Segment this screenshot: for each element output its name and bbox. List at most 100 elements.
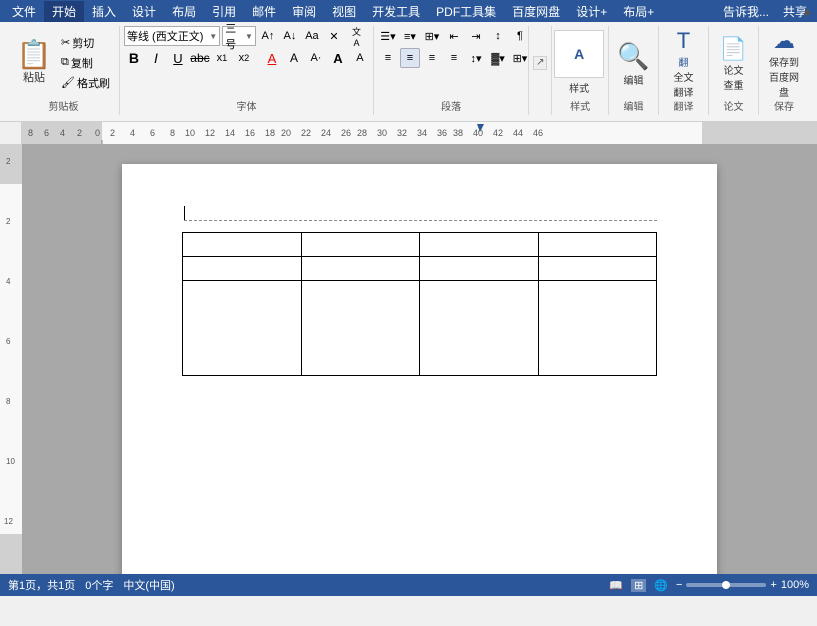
- table-guide-top: [184, 220, 657, 221]
- menu-pdf[interactable]: PDF工具集: [428, 1, 504, 22]
- format-brush-button[interactable]: 🖌 格式刷: [58, 74, 113, 92]
- bullet-list-button[interactable]: ☰▾: [378, 26, 398, 46]
- zoom-thumb[interactable]: [722, 581, 730, 589]
- menu-layout2[interactable]: 布局+: [615, 1, 662, 22]
- zoom-slider[interactable]: − + 100%: [676, 579, 809, 591]
- copy-label: 复制: [71, 55, 93, 71]
- pinyin-button[interactable]: 文A: [346, 26, 367, 46]
- line-spacing-button[interactable]: ↕▾: [466, 48, 486, 68]
- ribbon-collapse-button[interactable]: ▲: [801, 4, 813, 18]
- editing-group[interactable]: 🔍 编辑 编辑: [609, 26, 659, 115]
- translate-group-label: 翻译: [659, 98, 708, 113]
- menu-layout[interactable]: 布局: [164, 1, 204, 22]
- paste-button[interactable]: 📋 粘贴: [12, 26, 56, 99]
- font-color-button[interactable]: A: [262, 48, 282, 68]
- document-table[interactable]: [182, 232, 657, 376]
- font-size-decrease2[interactable]: A: [350, 48, 370, 68]
- underline-button[interactable]: U: [168, 48, 188, 68]
- align-left-button[interactable]: ≡: [378, 48, 398, 68]
- align-center-button[interactable]: ≡: [400, 48, 420, 68]
- right-groups: 🔍 编辑 编辑 T翻 全文 翻译 翻译 📄 论文 查重 论文 ☁: [609, 26, 809, 115]
- menu-design[interactable]: 设计: [124, 1, 164, 22]
- paragraph-group: ☰▾ ≡▾ ⊞▾ ⇤ ⇥ ↕ ¶ ≡ ≡ ≡ ≡ ↕▾ ▓▾ ⊞▾ 段落: [374, 26, 529, 115]
- menu-home[interactable]: 开始: [44, 1, 84, 22]
- document-page[interactable]: [122, 164, 717, 574]
- svg-text:26: 26: [341, 128, 351, 138]
- copy-button[interactable]: ⧉ 复制: [58, 54, 113, 72]
- menu-view[interactable]: 视图: [324, 1, 364, 22]
- text-cursor: [184, 206, 185, 220]
- font-size-selector[interactable]: 三号 ▼: [222, 26, 256, 46]
- table-cell-2-4[interactable]: [538, 257, 657, 281]
- zoom-out-button[interactable]: −: [676, 579, 682, 591]
- superscript-button[interactable]: x2: [234, 48, 254, 68]
- svg-text:8: 8: [28, 128, 33, 138]
- zoom-in-button[interactable]: +: [770, 579, 776, 591]
- table-cell-2-2[interactable]: [301, 257, 420, 281]
- svg-text:36: 36: [437, 128, 447, 138]
- decrease-indent-button[interactable]: ⇤: [444, 26, 464, 46]
- table-cell-2-1[interactable]: [183, 257, 302, 281]
- subscript-button[interactable]: x1: [212, 48, 232, 68]
- menu-review[interactable]: 审阅: [284, 1, 324, 22]
- svg-text:24: 24: [321, 128, 331, 138]
- style-group[interactable]: A 样式 样式: [552, 26, 609, 115]
- view-read-button[interactable]: 📖: [609, 579, 623, 592]
- vertical-ruler-svg: 2 2 4 6 8 10 12: [0, 144, 22, 574]
- paper-group[interactable]: 📄 论文 查重 论文: [709, 26, 759, 115]
- align-right-button[interactable]: ≡: [422, 48, 442, 68]
- view-page-button[interactable]: ⊞: [631, 579, 646, 592]
- table-cell-3-3[interactable]: [420, 281, 539, 376]
- decrease-font-button[interactable]: A↓: [280, 26, 300, 46]
- svg-text:2: 2: [6, 217, 11, 226]
- strikethrough-button[interactable]: abc: [190, 48, 210, 68]
- table-cell-1-4[interactable]: [538, 233, 657, 257]
- menu-file[interactable]: 文件: [4, 1, 44, 22]
- font-shading-button[interactable]: A·: [306, 48, 326, 68]
- table-cell-1-3[interactable]: [420, 233, 539, 257]
- table-cell-1-1[interactable]: [183, 233, 302, 257]
- view-web-button[interactable]: 🌐: [654, 579, 668, 592]
- svg-text:44: 44: [513, 128, 523, 138]
- increase-font-button[interactable]: A↑: [258, 26, 278, 46]
- change-case-button[interactable]: Aa: [302, 26, 322, 46]
- borders-button[interactable]: ⊞▾: [510, 48, 530, 68]
- paragraph-mark-button[interactable]: ¶: [510, 26, 530, 46]
- table-cell-2-3[interactable]: [420, 257, 539, 281]
- vertical-ruler: 2 2 4 6 8 10 12: [0, 144, 22, 574]
- shading-button[interactable]: ▓▾: [488, 48, 508, 68]
- svg-text:20: 20: [281, 128, 291, 138]
- increase-indent-button[interactable]: ⇥: [466, 26, 486, 46]
- cut-button[interactable]: ✂ 剪切: [58, 34, 113, 52]
- font-size-increase2[interactable]: A: [328, 48, 348, 68]
- menu-mail[interactable]: 邮件: [244, 1, 284, 22]
- menu-tell-me[interactable]: 告诉我...: [717, 1, 775, 22]
- bold-button[interactable]: B: [124, 48, 144, 68]
- menu-baidu[interactable]: 百度网盘: [504, 1, 568, 22]
- paragraph-dialog-launcher[interactable]: ↗: [533, 56, 547, 70]
- number-list-button[interactable]: ≡▾: [400, 26, 420, 46]
- menu-bar-right: 告诉我... 共享: [717, 1, 813, 22]
- svg-text:2: 2: [110, 128, 115, 138]
- table-cell-3-1[interactable]: [183, 281, 302, 376]
- para-row1: ☰▾ ≡▾ ⊞▾ ⇤ ⇥ ↕ ¶: [378, 26, 522, 46]
- svg-text:16: 16: [245, 128, 255, 138]
- table-cell-3-2[interactable]: [301, 281, 420, 376]
- menu-design2[interactable]: 设计+: [568, 1, 615, 22]
- menu-insert[interactable]: 插入: [84, 1, 124, 22]
- sort-button[interactable]: ↕: [488, 26, 508, 46]
- table-cell-1-2[interactable]: [301, 233, 420, 257]
- font-name-selector[interactable]: 等线 (西文正文) ▼: [124, 26, 220, 46]
- highlight-button[interactable]: A: [284, 48, 304, 68]
- menu-references[interactable]: 引用: [204, 1, 244, 22]
- justify-button[interactable]: ≡: [444, 48, 464, 68]
- page-container: [22, 144, 817, 574]
- save-cloud-group[interactable]: ☁ 保存到 百度网盘 保存: [759, 26, 809, 115]
- outline-button[interactable]: ⊞▾: [422, 26, 442, 46]
- translate-group[interactable]: T翻 全文 翻译 翻译: [659, 26, 709, 115]
- doc-area: 2 2 4 6 8 10 12: [0, 144, 817, 574]
- table-cell-3-4[interactable]: [538, 281, 657, 376]
- menu-developer[interactable]: 开发工具: [364, 1, 428, 22]
- clear-format-button[interactable]: ✕: [324, 26, 344, 46]
- italic-button[interactable]: I: [146, 48, 166, 68]
